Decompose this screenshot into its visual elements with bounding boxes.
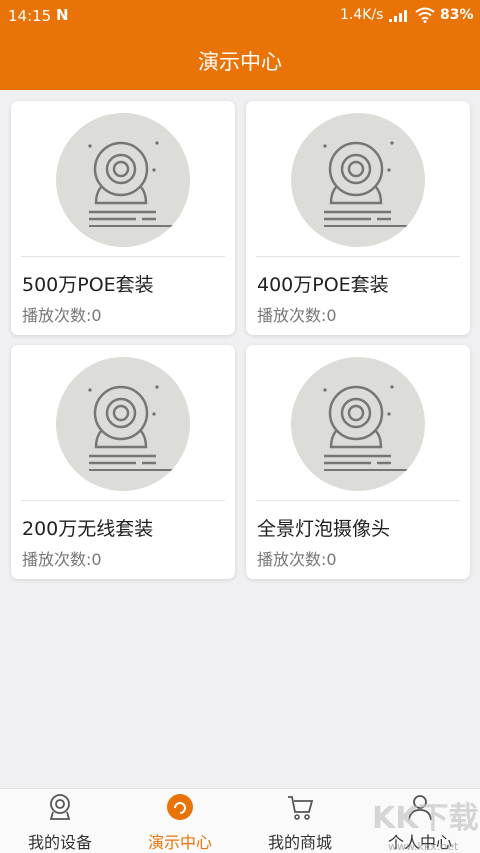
card-title: 全景灯泡摄像头 <box>257 518 391 540</box>
tab-my-store[interactable]: 我的商城 <box>240 789 360 853</box>
demo-center-icon <box>167 794 193 820</box>
page-title: 演示中心 <box>198 50 282 74</box>
status-bar: 14:15 N 1.4K/s 83% <box>0 0 480 32</box>
card-title: 400万POE套装 <box>257 274 389 296</box>
demo-card-1[interactable]: 500万POE套装 播放次数:0 <box>11 101 235 335</box>
status-time: 14:15 <box>8 7 52 25</box>
camera-illustration-icon <box>56 113 190 247</box>
tab-label: 演示中心 <box>147 833 212 852</box>
device-camera-icon <box>49 794 71 820</box>
tab-label: 我的商城 <box>267 833 332 852</box>
signal-icon <box>389 10 407 22</box>
card-play-count: 播放次数:0 <box>22 550 102 569</box>
demo-card-2[interactable]: 400万POE套装 播放次数:0 <box>246 101 470 335</box>
demo-card-4[interactable]: 全景灯泡摄像头 播放次数:0 <box>246 345 470 579</box>
app-header: 14:15 N 1.4K/s 83% 演示中心 <box>0 0 480 90</box>
camera-illustration-icon <box>291 357 425 491</box>
card-play-count: 播放次数:0 <box>257 550 337 569</box>
card-title: 200万无线套装 <box>22 518 154 540</box>
camera-illustration-icon <box>56 357 190 491</box>
card-divider <box>256 256 460 257</box>
tab-demo-center[interactable]: 演示中心 <box>120 789 240 853</box>
network-speed: 1.4K/s <box>340 7 384 23</box>
demo-card-3[interactable]: 200万无线套装 播放次数:0 <box>11 345 235 579</box>
tab-label: 我的设备 <box>27 833 92 852</box>
cart-icon <box>288 796 314 820</box>
card-title: 500万POE套装 <box>22 274 154 296</box>
watermark-text: KK下载 <box>372 801 479 836</box>
card-play-count: 播放次数:0 <box>257 306 337 325</box>
tab-my-devices[interactable]: 我的设备 <box>0 789 120 853</box>
card-play-count: 播放次数:0 <box>22 306 102 325</box>
watermark-url: www.kkx.net <box>388 840 459 853</box>
camera-illustration-icon <box>291 113 425 247</box>
wifi-icon <box>415 7 435 23</box>
card-divider <box>256 500 460 501</box>
battery-level: 83% <box>440 7 474 23</box>
card-divider <box>21 500 225 501</box>
card-divider <box>21 256 225 257</box>
kkx-watermark-logo: KK下载 www.kkx.net <box>372 801 479 853</box>
notification-icon: N <box>56 6 69 24</box>
